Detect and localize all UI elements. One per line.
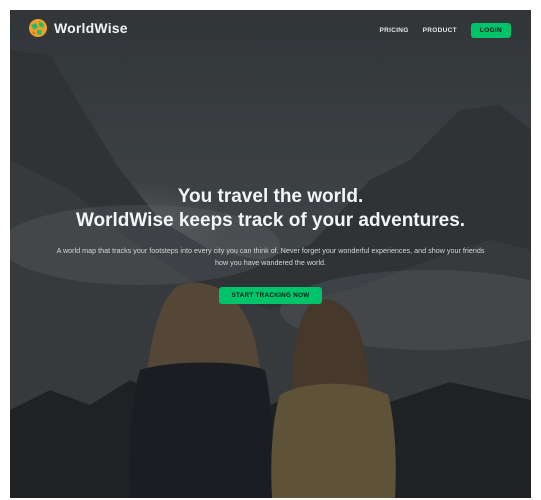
start-tracking-button[interactable]: START TRACKING NOW: [219, 287, 322, 304]
login-button[interactable]: LOGIN: [470, 23, 511, 38]
hero-subtitle: A world map that tracks your footsteps i…: [56, 246, 485, 267]
hero-section: You travel the world. WorldWise keeps tr…: [10, 185, 531, 304]
nav-link-pricing[interactable]: PRICING: [379, 27, 408, 34]
hero-title-line-1: You travel the world.: [177, 186, 364, 207]
homepage: WorldWise PRICING PRODUCT LOGIN You trav…: [10, 10, 531, 498]
top-navigation: WorldWise PRICING PRODUCT LOGIN: [10, 10, 531, 50]
globe-icon: [29, 19, 47, 37]
logo[interactable]: WorldWise: [28, 18, 128, 38]
hero-title: You travel the world. WorldWise keeps tr…: [10, 185, 531, 233]
nav-links: PRICING PRODUCT LOGIN: [379, 23, 511, 38]
nav-link-product[interactable]: PRODUCT: [423, 27, 457, 34]
app-name: WorldWise: [54, 20, 128, 36]
hero-title-line-2: WorldWise keeps track of your adventures…: [75, 210, 466, 231]
